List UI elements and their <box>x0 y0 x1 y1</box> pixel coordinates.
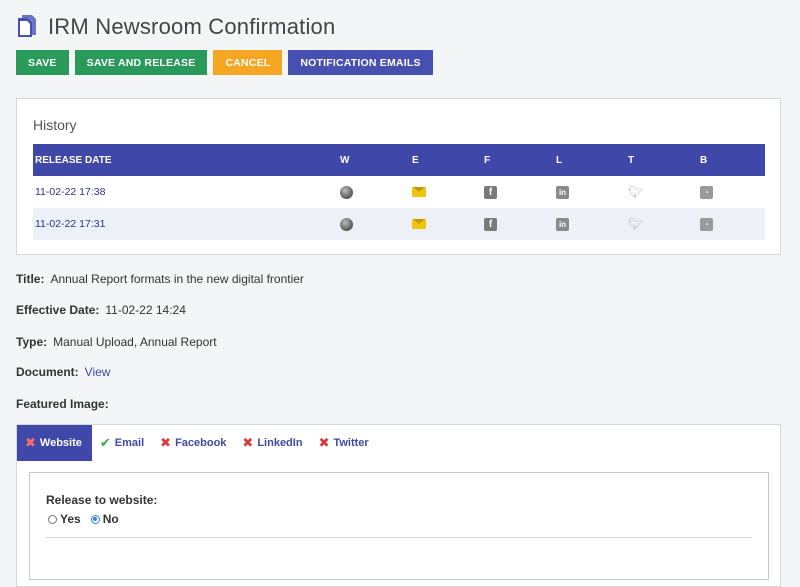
radio-yes[interactable]: Yes <box>48 512 81 526</box>
document-row: Document: View <box>16 365 110 379</box>
email-icon[interactable] <box>412 219 426 230</box>
column-header-w: W <box>338 144 410 176</box>
radio-no-label: No <box>102 512 119 526</box>
error-x-icon: ✖ <box>242 435 254 450</box>
rss-icon[interactable]: ◔ <box>700 217 713 231</box>
title-label: Title: <box>16 272 45 286</box>
radio-no[interactable]: No <box>90 512 119 526</box>
history-title: History <box>33 117 77 133</box>
tab-label: LinkedIn <box>257 437 303 449</box>
page-header: IRM Newsroom Confirmation <box>16 14 335 40</box>
toolbar: SAVE SAVE AND RELEASE CANCEL NOTIFICATIO… <box>16 50 433 75</box>
radio-selected-icon[interactable] <box>90 514 100 524</box>
radio-circle-icon[interactable] <box>48 514 57 524</box>
linkedin-icon[interactable]: in <box>556 217 569 231</box>
column-header-e: E <box>410 144 482 176</box>
history-table: RELEASE DATE W E F L T B 11-02-22 17:38 … <box>33 144 765 240</box>
rss-icon[interactable]: ◔ <box>700 185 713 199</box>
tab-label: Email <box>114 437 145 449</box>
column-header-t: T <box>626 144 698 176</box>
release-date-cell[interactable]: 11-02-22 17:38 <box>33 176 338 208</box>
tab-website[interactable]: ✖ Website <box>17 425 92 461</box>
release-options: Yes No <box>48 512 119 526</box>
effective-date-row: Effective Date: 11-02-22 14:24 <box>16 303 186 317</box>
tab-facebook[interactable]: ✖ Facebook <box>152 425 234 461</box>
notification-emails-button[interactable]: NOTIFICATION EMAILS <box>288 50 433 75</box>
email-icon[interactable] <box>412 187 426 198</box>
column-header-l: L <box>554 144 626 176</box>
tab-label: Facebook <box>175 437 227 449</box>
error-x-icon: ✖ <box>25 435 36 450</box>
save-button[interactable]: SAVE <box>16 50 69 75</box>
tab-email[interactable]: ✔ Email <box>92 425 152 461</box>
twitter-icon[interactable]: 🐦︎ <box>628 217 643 231</box>
table-row: 11-02-22 17:38 f in 🐦︎ ◔ <box>33 176 765 208</box>
error-x-icon: ✖ <box>318 435 330 450</box>
checkmark-icon: ✔ <box>99 435 111 450</box>
save-and-release-button[interactable]: SAVE AND RELEASE <box>74 50 208 75</box>
column-header-f: F <box>482 144 554 176</box>
release-date-cell[interactable]: 11-02-22 17:31 <box>33 208 338 240</box>
tab-twitter[interactable]: ✖ Twitter <box>311 425 377 461</box>
featured-image-row: Featured Image: <box>16 397 115 411</box>
error-x-icon: ✖ <box>160 435 172 450</box>
globe-icon[interactable] <box>340 217 353 231</box>
linkedin-icon[interactable]: in <box>556 185 569 199</box>
history-panel: History RELEASE DATE W E F L T B 11-02-2… <box>16 98 781 255</box>
featured-image-label: Featured Image: <box>16 397 109 411</box>
document-icon <box>16 14 38 40</box>
document-label: Document: <box>16 365 79 379</box>
radio-yes-label: Yes <box>60 512 81 526</box>
effective-date-value: 11-02-22 14:24 <box>105 303 186 317</box>
facebook-icon[interactable]: f <box>484 185 497 199</box>
type-label: Type: <box>16 335 48 349</box>
column-header-release-date: RELEASE DATE <box>33 144 338 176</box>
column-header-b: B <box>698 144 765 176</box>
cancel-button[interactable]: CANCEL <box>213 50 283 75</box>
release-question: Release to website: <box>46 493 158 507</box>
title-row: Title: Annual Report formats in the new d… <box>16 272 304 286</box>
release-channel-tabs: ✖ Website ✔ Email ✖ Facebook ✖ LinkedIn ✖ Twi… <box>16 424 781 461</box>
title-value: Annual Report formats in the new digital… <box>50 272 304 286</box>
tab-label: Twitter <box>333 437 369 449</box>
history-header-row: RELEASE DATE W E F L T B <box>33 144 765 176</box>
type-value: Manual Upload, Annual Report <box>53 335 217 349</box>
type-row: Type: Manual Upload, Annual Report <box>16 335 217 349</box>
divider <box>46 537 752 538</box>
tab-label: Website <box>39 437 82 449</box>
effective-date-label: Effective Date: <box>16 303 100 317</box>
facebook-icon[interactable]: f <box>484 217 497 231</box>
twitter-icon[interactable]: 🐦︎ <box>628 185 643 199</box>
table-row: 11-02-22 17:31 f in 🐦︎ ◔ <box>33 208 765 240</box>
website-release-panel: Release to website: Yes No <box>29 472 769 580</box>
document-view-link[interactable]: View <box>85 365 111 379</box>
tab-content: Release to website: Yes No <box>16 461 781 587</box>
globe-icon[interactable] <box>340 185 353 199</box>
tab-linkedin[interactable]: ✖ LinkedIn <box>234 425 310 461</box>
page-title: IRM Newsroom Confirmation <box>48 14 336 39</box>
